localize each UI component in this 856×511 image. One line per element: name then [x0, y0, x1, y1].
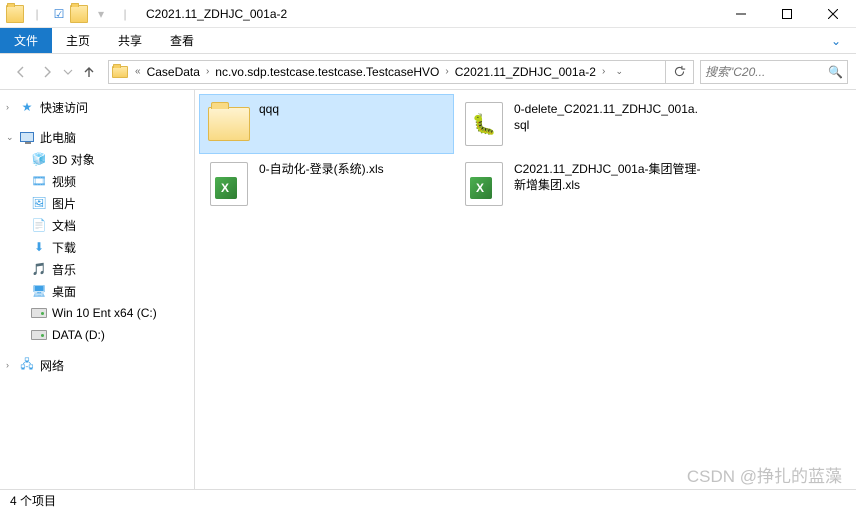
drive-icon: [30, 308, 48, 318]
sidebar-item-label: 3D 对象: [52, 151, 95, 168]
properties-icon[interactable]: ☑: [50, 5, 68, 23]
navigation-pane: › ★ 快速访问 ⌄ 此电脑 🧊 3D 对象 🎞 视频 🖼 图片 📄 文档 ⬇ 下载 🎵 音乐 🖥 桌面 W…: [0, 90, 195, 489]
chevron-right-icon[interactable]: ›: [202, 66, 213, 77]
sidebar-item[interactable]: 🧊 3D 对象: [0, 148, 194, 170]
file-list: qqq 🐛0-delete_C2021.11_ZDHJC_001a.sql 0-自动…: [195, 90, 856, 489]
chevron-right-icon[interactable]: ›: [6, 102, 18, 112]
file-name: 0-自动化-登录(系统).xls: [253, 160, 384, 178]
forward-button[interactable]: [34, 59, 60, 85]
file-name: 0-delete_C2021.11_ZDHJC_001a.sql: [508, 100, 703, 133]
item-count: 4 个项目: [10, 492, 56, 509]
refresh-button[interactable]: [665, 61, 693, 83]
chevron-down-icon[interactable]: ⌄: [6, 132, 18, 143]
sidebar-item-label: 文档: [52, 217, 76, 234]
close-button[interactable]: [810, 0, 856, 28]
watermark: CSDN @挣扎的蓝藻: [687, 462, 842, 487]
sidebar-item[interactable]: Win 10 Ent x64 (C:): [0, 302, 194, 324]
desktop-icon: 🖥: [30, 284, 48, 298]
breadcrumb-segment[interactable]: CaseData: [145, 65, 202, 79]
sidebar-item-quick-access[interactable]: › ★ 快速访问: [0, 96, 194, 118]
separator: |: [28, 5, 46, 23]
breadcrumb-segment[interactable]: nc.vo.sdp.testcase.testcase.TestcaseHVO: [213, 65, 441, 79]
expand-ribbon-button[interactable]: ⌄: [816, 28, 856, 53]
ribbon-tabs: 文件 主页 共享 查看 ⌄: [0, 28, 856, 54]
monitor-icon: [18, 132, 36, 142]
sidebar-item-label: DATA (D:): [52, 328, 105, 342]
chevron-right-icon[interactable]: ›: [6, 360, 18, 370]
address-bar[interactable]: « CaseData › nc.vo.sdp.testcase.testcase…: [108, 60, 694, 84]
file-item[interactable]: C2021.11_ZDHJC_001a-集团管理-新增集团.xls: [454, 154, 709, 214]
sidebar-item-label: 图片: [52, 195, 76, 212]
sidebar-item[interactable]: 📄 文档: [0, 214, 194, 236]
back-button[interactable]: [8, 59, 34, 85]
file-item[interactable]: qqq: [199, 94, 454, 154]
folder-icon: [205, 100, 253, 148]
sidebar-item[interactable]: 🎞 视频: [0, 170, 194, 192]
tab-home[interactable]: 主页: [52, 28, 104, 53]
file-name: C2021.11_ZDHJC_001a-集团管理-新增集团.xls: [508, 160, 703, 193]
sidebar-item-label: 下载: [52, 239, 76, 256]
sidebar-item-label: 音乐: [52, 261, 76, 278]
separator: |: [116, 5, 134, 23]
file-name: qqq: [253, 100, 279, 118]
tab-view[interactable]: 查看: [156, 28, 208, 53]
document-icon: 📄: [30, 218, 48, 232]
download-icon: ⬇: [30, 240, 48, 254]
file-item[interactable]: 🐛0-delete_C2021.11_ZDHJC_001a.sql: [454, 94, 709, 154]
status-bar: 4 个项目: [0, 489, 856, 511]
cube-icon: 🧊: [30, 152, 48, 166]
tab-share[interactable]: 共享: [104, 28, 156, 53]
network-icon: 🖧: [18, 355, 36, 376]
sidebar-item-this-pc[interactable]: ⌄ 此电脑: [0, 126, 194, 148]
tab-file[interactable]: 文件: [0, 28, 52, 53]
sidebar-item-network[interactable]: › 🖧 网络: [0, 354, 194, 376]
new-folder-icon[interactable]: [70, 5, 88, 23]
search-icon: 🔍: [828, 65, 843, 79]
maximize-button[interactable]: [764, 0, 810, 28]
sidebar-item-label: 视频: [52, 173, 76, 190]
sidebar-item[interactable]: DATA (D:): [0, 324, 194, 346]
recent-locations-button[interactable]: [60, 59, 76, 85]
folder-icon: [6, 5, 24, 23]
chevron-right-icon[interactable]: ›: [598, 66, 609, 77]
chevron-left-icon[interactable]: «: [131, 66, 145, 77]
sidebar-item-label: 桌面: [52, 283, 76, 300]
drive-icon: [30, 330, 48, 340]
xls-icon: [205, 160, 253, 208]
window-title: C2021.11_ZDHJC_001a-2: [142, 7, 287, 21]
navigation-toolbar: « CaseData › nc.vo.sdp.testcase.testcase…: [0, 54, 856, 90]
video-icon: 🎞: [30, 174, 48, 188]
history-dropdown-button[interactable]: ⌄: [609, 61, 629, 83]
chevron-right-icon[interactable]: ›: [441, 66, 452, 77]
separator: ▾: [92, 5, 110, 23]
sidebar-item[interactable]: 🖥 桌面: [0, 280, 194, 302]
star-icon: ★: [18, 100, 36, 114]
picture-icon: 🖼: [30, 196, 48, 210]
xls-icon: [460, 160, 508, 208]
search-input[interactable]: 搜索"C20... 🔍: [700, 60, 848, 84]
sidebar-item[interactable]: 🎵 音乐: [0, 258, 194, 280]
quick-access-toolbar: | ☑ ▾ |: [0, 5, 142, 23]
up-button[interactable]: [76, 59, 102, 85]
search-placeholder: 搜索"C20...: [705, 63, 828, 80]
breadcrumb-segment[interactable]: C2021.11_ZDHJC_001a-2: [453, 65, 598, 79]
sidebar-item[interactable]: 🖼 图片: [0, 192, 194, 214]
sidebar-item[interactable]: ⬇ 下载: [0, 236, 194, 258]
music-icon: 🎵: [30, 262, 48, 276]
file-item[interactable]: 0-自动化-登录(系统).xls: [199, 154, 454, 214]
title-bar: | ☑ ▾ | C2021.11_ZDHJC_001a-2: [0, 0, 856, 28]
sidebar-item-label: Win 10 Ent x64 (C:): [52, 306, 157, 320]
sql-icon: 🐛: [460, 100, 508, 148]
minimize-button[interactable]: [718, 0, 764, 28]
folder-icon: [109, 66, 131, 78]
